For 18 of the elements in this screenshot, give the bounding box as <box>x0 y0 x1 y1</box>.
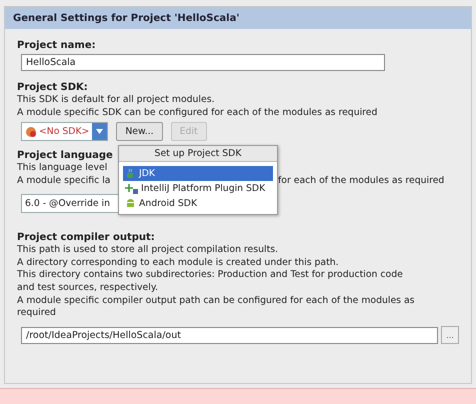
sdk-value: <No SDK> <box>39 126 90 138</box>
description-text: This path is used to store all project compilation results. <box>17 244 280 257</box>
section-label: Project compiler output: <box>17 230 155 244</box>
description-text: This language level <box>17 162 108 176</box>
language-level-value: 6.0 - @Override in <box>25 198 110 209</box>
section-label: Project language <box>17 149 113 162</box>
panel-title: General Settings for Project 'HelloScala' <box>5 7 471 29</box>
popup-title: Set up Project SDK <box>119 146 277 162</box>
description-text: A module specific SDK can be configured for each of the modules as required <box>17 106 378 120</box>
description-text: and test sources, respectively. <box>17 282 159 295</box>
description-text: A module specific compiler output path can be configured for each of the modules as <box>17 294 416 308</box>
field-label: Project name: <box>17 39 96 52</box>
description-text: for each of the modules as required <box>278 175 444 188</box>
description-text: This directory contains two subdirectories: Production and Test for production code <box>17 269 404 282</box>
section-label: Project SDK: <box>17 81 88 94</box>
description-text: A directory corresponding to each module is created under this path. <box>17 256 340 270</box>
description-text: This SDK is default for all project modules. <box>17 94 216 107</box>
description-text: required <box>17 307 57 320</box>
